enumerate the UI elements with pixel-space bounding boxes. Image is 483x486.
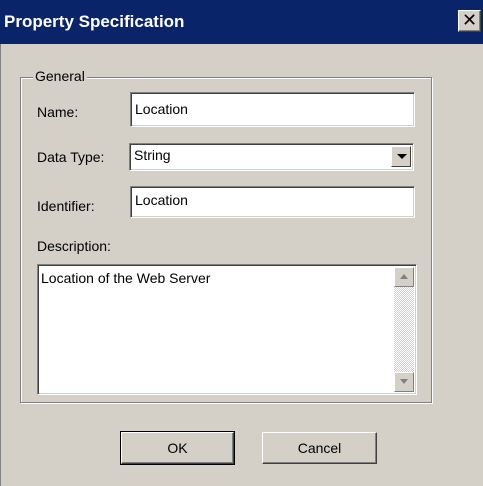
identifier-field[interactable]: Location [130,186,415,218]
close-button[interactable]: ✕ [458,10,481,32]
name-field[interactable]: Location [130,92,415,127]
data-type-selected-value: String [134,147,171,163]
description-label: Description: [37,238,111,254]
description-text: Location of the Web Server [41,270,211,286]
chevron-down-icon[interactable] [391,146,411,167]
property-specification-dialog: Property Specification ✕ General Name: L… [0,0,483,486]
data-type-label: Data Type: [37,149,105,165]
name-label: Name: [37,104,79,120]
title-bar[interactable]: Property Specification ✕ [0,0,483,44]
close-icon: ✕ [461,10,478,31]
name-field-value: Location [135,101,188,117]
description-textarea[interactable]: Location of the Web Server [37,264,417,395]
dialog-title: Property Specification [4,12,185,31]
data-type-dropdown[interactable]: String [129,143,414,171]
scroll-up-arrow-icon[interactable] [394,267,414,287]
cancel-button[interactable]: Cancel [262,432,377,464]
identifier-label: Identifier: [37,198,95,214]
scroll-down-arrow-icon[interactable] [394,372,414,392]
general-group-label: General [33,67,87,85]
description-scrollbar[interactable] [394,267,414,392]
identifier-field-value: Location [135,192,188,208]
ok-button[interactable]: OK [120,431,235,465]
